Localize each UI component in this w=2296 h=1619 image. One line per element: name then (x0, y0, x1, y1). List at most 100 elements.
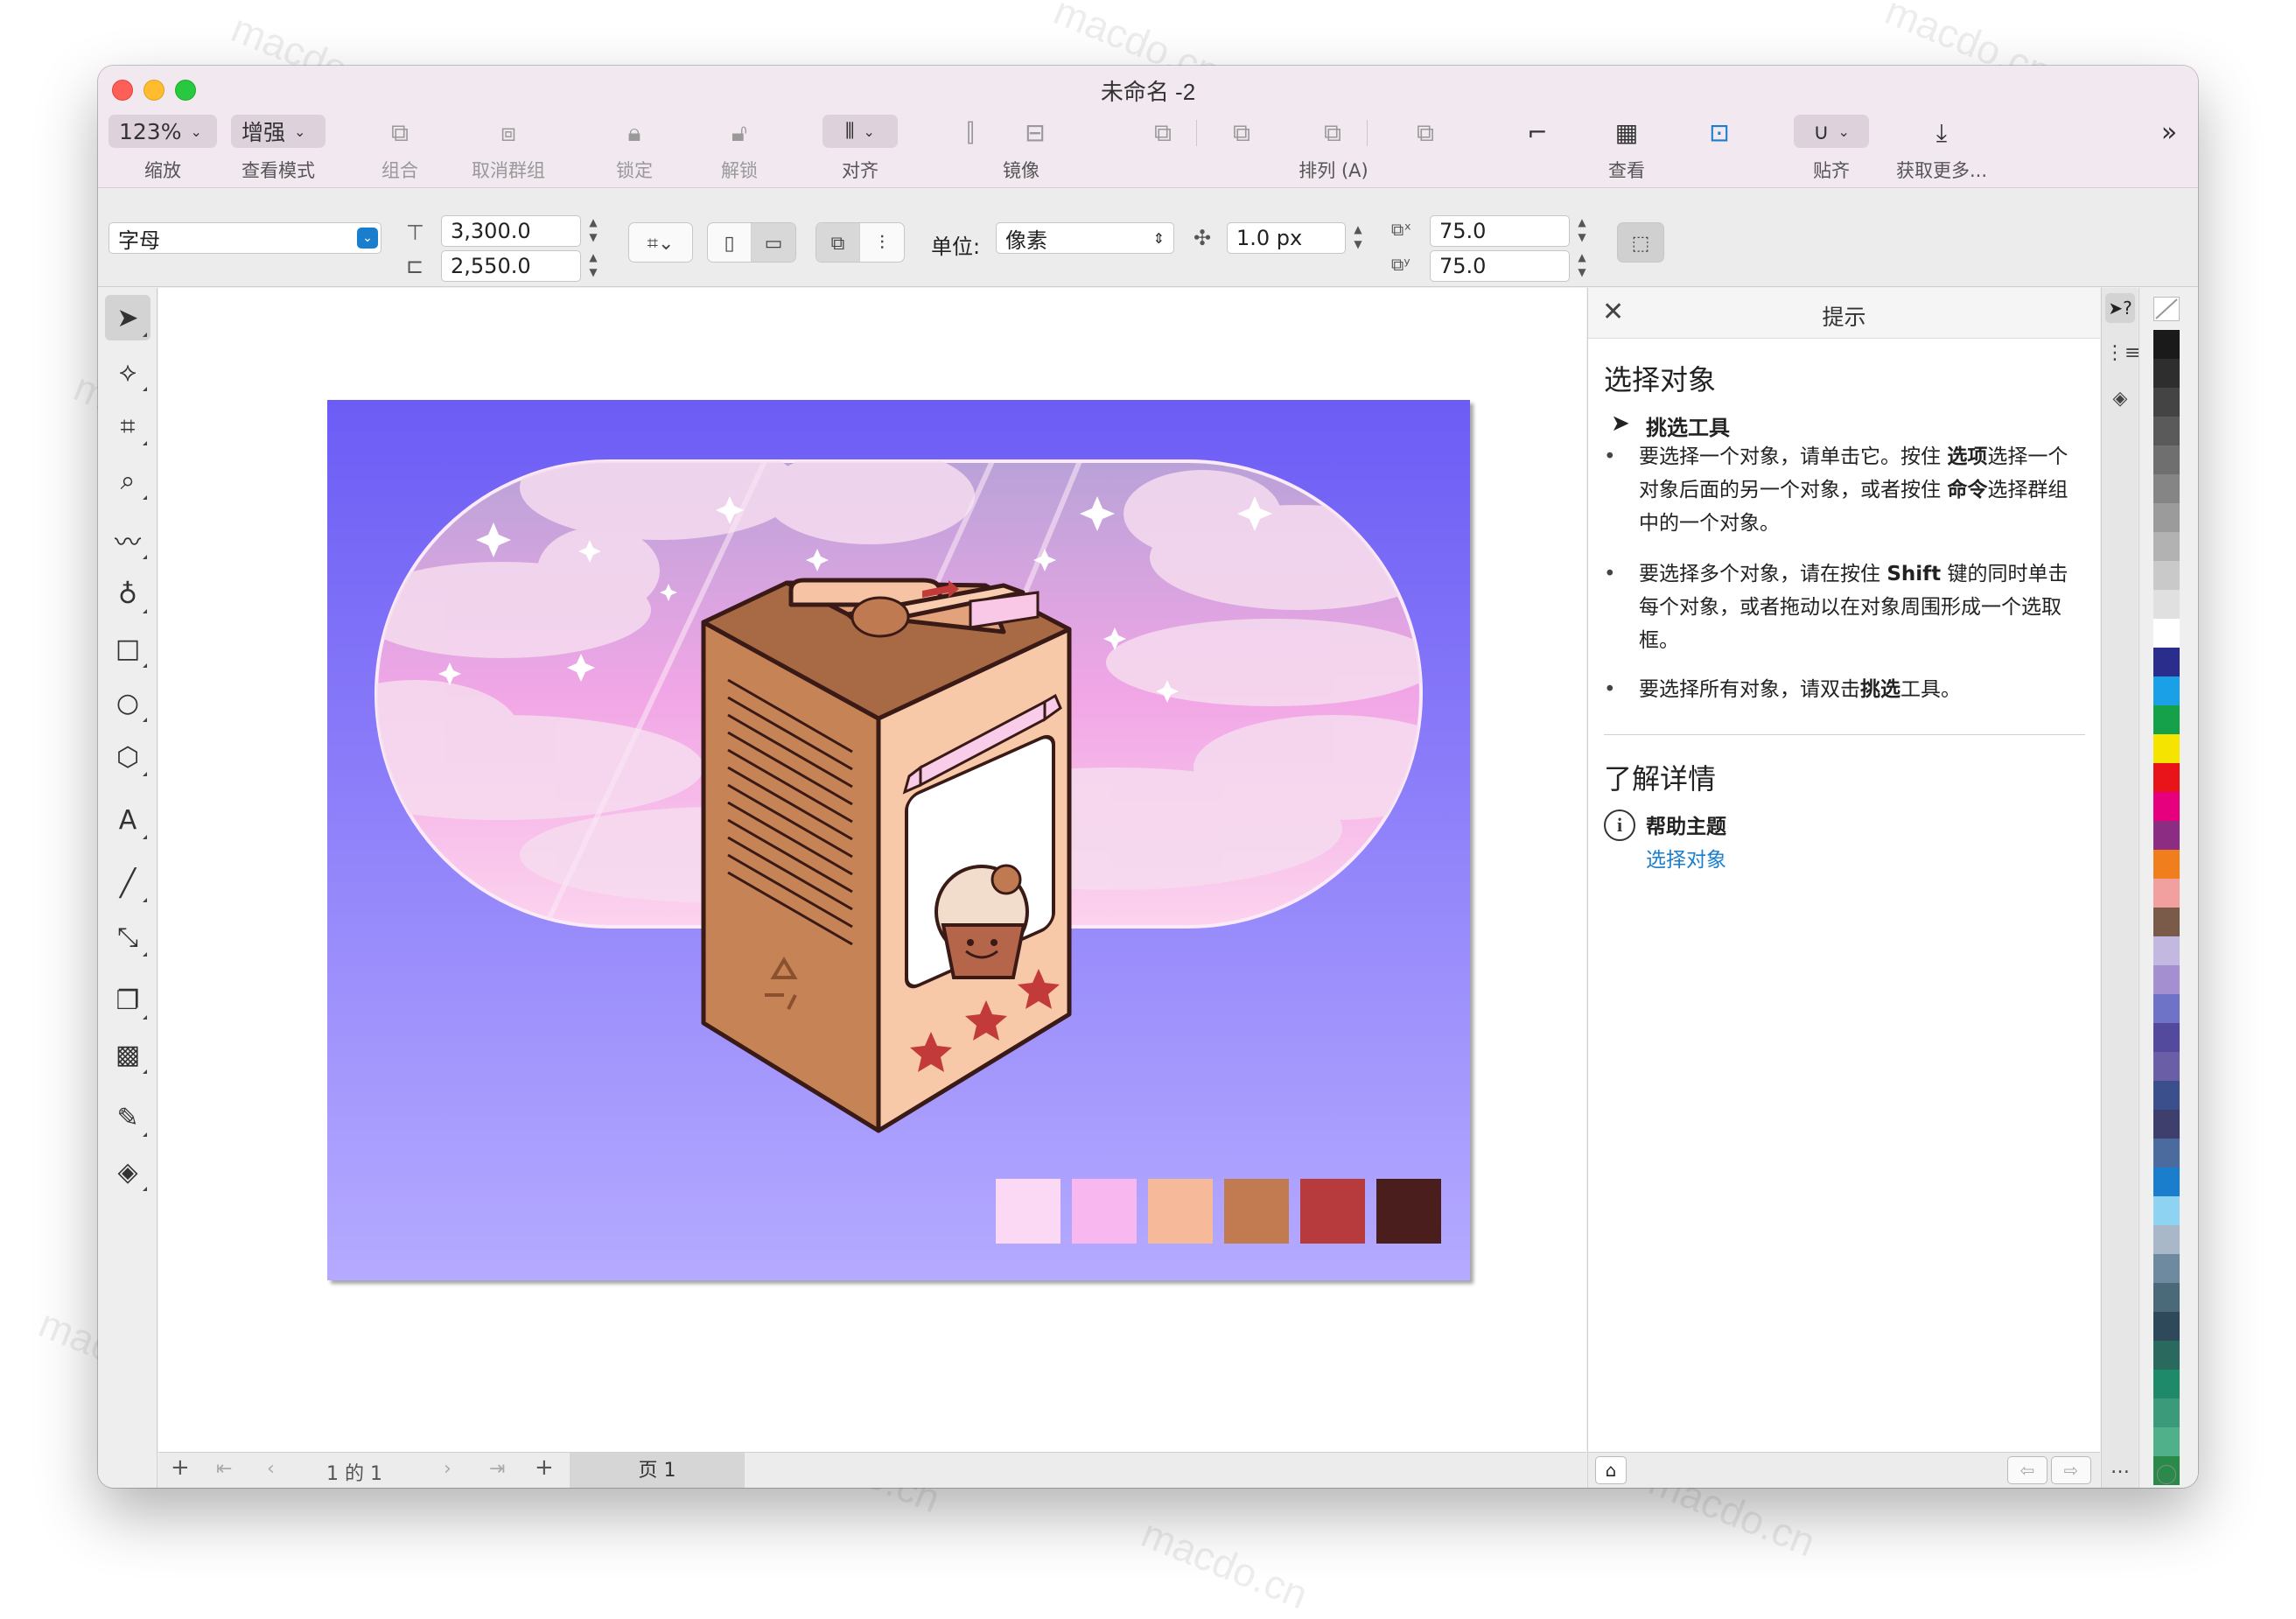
palette-swatch[interactable] (2153, 1081, 2180, 1110)
artistic-media-tool-icon[interactable]: ♁ (105, 571, 150, 617)
palette-swatch[interactable] (2153, 850, 2180, 879)
mirror-horizontal-icon[interactable]: ⫿ (956, 118, 985, 148)
guidelines-icon[interactable]: ⊡ (1704, 118, 1734, 148)
palette-swatch[interactable] (2153, 908, 2180, 936)
rulers-icon[interactable]: ⌐ (1522, 118, 1552, 148)
line-tool-icon[interactable]: ╱ (105, 860, 150, 906)
to-back-icon[interactable]: ⧉ (1410, 118, 1440, 148)
palette-swatch[interactable] (2153, 1052, 2180, 1081)
zoom-tool-icon[interactable]: ⌕ (105, 458, 150, 503)
orientation-toggle[interactable]: ▯ ▭ (707, 222, 796, 263)
palette-swatch[interactable] (2153, 994, 2180, 1023)
duplicate-y-stepper[interactable]: ▲ ▼ (1573, 250, 1591, 282)
text-tool-icon[interactable]: A (105, 797, 150, 843)
palette-swatch[interactable] (2153, 936, 2180, 965)
palette-swatch[interactable] (2153, 619, 2180, 648)
width-stepper[interactable]: ▲ ▼ (584, 215, 602, 247)
unlock-icon[interactable]: 🔓︎ (724, 118, 754, 148)
add-page-before-icon[interactable]: + (171, 1454, 190, 1481)
page-layout-dropdown[interactable]: ⌗⌄ (628, 222, 693, 263)
duplicate-x-input[interactable]: 75.0 (1430, 215, 1570, 247)
back-one-icon[interactable]: ⧉ (1318, 118, 1348, 148)
no-color-swatch[interactable] (2153, 297, 2180, 321)
palette-swatch[interactable] (2153, 503, 2180, 532)
all-pages-icon[interactable]: ⧉ (816, 223, 860, 262)
palette-swatch[interactable] (2153, 1167, 2180, 1196)
help-topic-link[interactable]: 选择对象 (1646, 843, 1726, 873)
to-front-icon[interactable]: ⧉ (1148, 118, 1178, 148)
palette-swatch[interactable] (2153, 561, 2180, 590)
palette-swatch[interactable] (2153, 359, 2180, 388)
palette-swatch[interactable] (2153, 474, 2180, 503)
artwork-milk-carton[interactable] (327, 400, 1470, 1280)
page-preset-dropdown[interactable]: 字母 (108, 222, 382, 254)
palette-swatch[interactable] (2153, 1398, 2180, 1427)
snap-dropdown[interactable]: ∪ ⌄ (1794, 115, 1869, 148)
duplicate-x-stepper[interactable]: ▲ ▼ (1573, 215, 1591, 247)
palette-swatch[interactable] (2153, 676, 2180, 705)
overflow-chevrons-icon[interactable]: » (2154, 118, 2184, 148)
polygon-tool-icon[interactable]: ⬡ (105, 734, 150, 780)
connector-tool-icon[interactable]: ⤡ (105, 915, 150, 960)
palette-swatch[interactable] (2153, 330, 2180, 359)
align-dropdown[interactable]: ⫴ ⌄ (822, 115, 898, 148)
palette-swatch[interactable] (2153, 1254, 2180, 1283)
next-page-icon[interactable]: › (444, 1458, 452, 1480)
rectangle-tool-icon[interactable]: □ (105, 626, 150, 671)
forward-one-icon[interactable]: ⧉ (1227, 118, 1256, 148)
palette-swatch[interactable] (2153, 1370, 2180, 1398)
group-icon[interactable]: ⧉ (385, 118, 415, 148)
eyedropper-tool-icon[interactable]: ✎ (105, 1095, 150, 1140)
palette-swatch[interactable] (2153, 1225, 2180, 1254)
palette-scroll-icon[interactable]: ⌄ (2157, 1465, 2176, 1484)
palette-swatch[interactable] (2153, 1196, 2180, 1225)
treat-as-filled-button[interactable]: ⬚ (1617, 222, 1664, 263)
page-scope-toggle[interactable]: ⧉ ⫶ (816, 222, 905, 263)
shape-tool-icon[interactable]: ⟡ (105, 349, 150, 395)
landscape-icon[interactable]: ▭ (752, 223, 795, 262)
get-more-icon[interactable]: ⤓ (1927, 118, 1956, 148)
palette-swatch[interactable] (2153, 1139, 2180, 1167)
palette-swatch[interactable] (2153, 1110, 2180, 1139)
page-height-input[interactable]: 2,550.0 (441, 250, 581, 282)
palette-swatch[interactable] (2153, 1023, 2180, 1052)
properties-tab-icon[interactable]: ⋮≡ (2105, 339, 2140, 368)
zoom-dropdown[interactable]: 123% ⌄ (108, 115, 217, 148)
palette-swatch[interactable] (2153, 417, 2180, 445)
hints-tab-icon[interactable]: ➤? (2105, 293, 2135, 323)
palette-swatch[interactable] (2153, 1312, 2180, 1341)
current-page-icon[interactable]: ⫶ (860, 223, 904, 262)
palette-swatch[interactable] (2153, 965, 2180, 994)
palette-swatch[interactable] (2153, 879, 2180, 908)
crop-tool-icon[interactable]: ⌗ (105, 403, 150, 449)
shadow-tool-icon[interactable]: ❐ (105, 978, 150, 1023)
more-icon[interactable]: … (2105, 1456, 2135, 1486)
view-mode-dropdown[interactable]: 增强 ⌄ (231, 115, 326, 148)
transparency-tool-icon[interactable]: ▩ (105, 1032, 150, 1077)
palette-swatch[interactable] (2153, 445, 2180, 474)
grid-icon[interactable]: ▦ (1612, 118, 1642, 148)
units-dropdown[interactable]: 像素 ⇕ (996, 222, 1174, 254)
palette-swatch[interactable] (2153, 648, 2180, 676)
lock-icon[interactable]: 🔒︎ (620, 118, 649, 148)
layers-tab-icon[interactable]: ◈ (2105, 384, 2135, 414)
fill-tool-icon[interactable]: ◈ (105, 1149, 150, 1195)
portrait-icon[interactable]: ▯ (708, 223, 752, 262)
page-tab[interactable]: 页 1 (570, 1453, 745, 1488)
palette-swatch[interactable] (2153, 532, 2180, 561)
nudge-input[interactable]: 1.0 px (1227, 222, 1346, 254)
palette-swatch[interactable] (2153, 1427, 2180, 1456)
duplicate-y-input[interactable]: 75.0 (1430, 250, 1570, 282)
forward-arrow-icon[interactable]: ⇨ (2051, 1456, 2091, 1484)
ellipse-tool-icon[interactable]: ○ (105, 680, 150, 725)
page-width-input[interactable]: 3,300.0 (441, 215, 581, 247)
palette-swatch[interactable] (2153, 705, 2180, 734)
document-page[interactable] (327, 400, 1470, 1280)
height-stepper[interactable]: ▲ ▼ (584, 250, 602, 282)
palette-swatch[interactable] (2153, 734, 2180, 763)
palette-swatch[interactable] (2153, 590, 2180, 619)
last-page-icon[interactable]: ⇥ (489, 1458, 505, 1480)
ungroup-icon[interactable]: ⧈ (494, 118, 523, 148)
prev-page-icon[interactable]: ‹ (267, 1458, 275, 1480)
palette-swatch[interactable] (2153, 763, 2180, 792)
